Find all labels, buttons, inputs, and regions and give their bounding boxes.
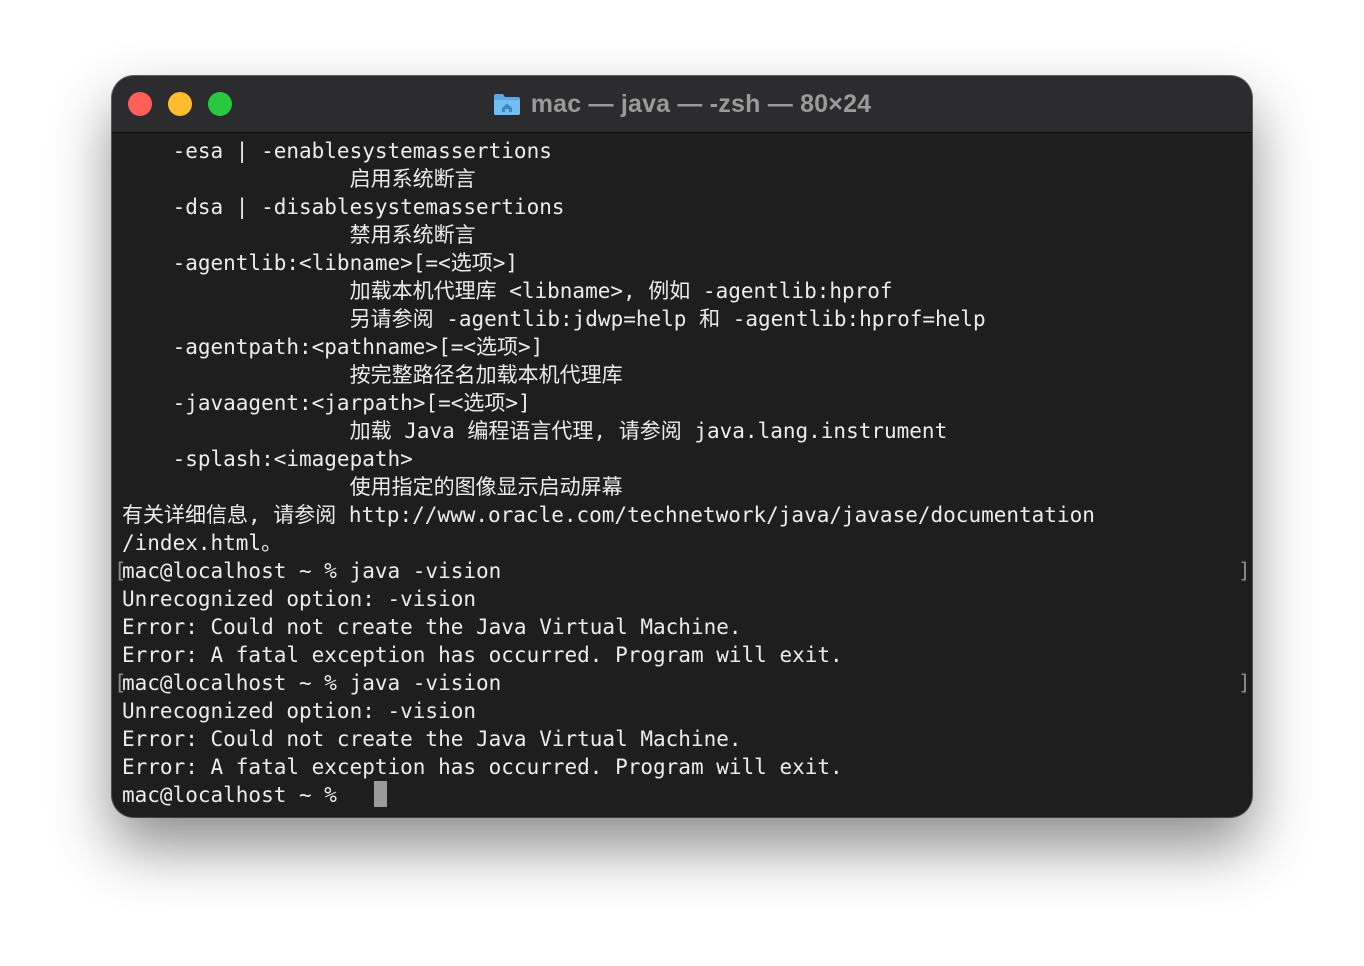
terminal-line: Unrecognized option: -vision: [122, 699, 477, 723]
terminal-window: mac — java — -zsh — 80×24 -esa | -enable…: [112, 76, 1252, 817]
text-cursor: [374, 781, 387, 807]
prompt-marker-right: ]: [1238, 559, 1251, 583]
prompt-line: mac@localhost ~ % java -vision: [122, 671, 502, 695]
prompt-marker-right: ]: [1238, 671, 1251, 695]
window-title: mac — java — -zsh — 80×24: [530, 89, 872, 118]
window-title-group: mac — java — -zsh — 80×24: [112, 76, 1252, 132]
terminal-line: 禁用系统断言: [122, 223, 476, 247]
terminal-line: /index.html。: [122, 531, 283, 555]
title-bar[interactable]: mac — java — -zsh — 80×24: [112, 76, 1252, 133]
terminal-line: Error: A fatal exception has occurred. P…: [122, 643, 843, 667]
terminal-line: -javaagent:<jarpath>[=<选项>]: [122, 391, 531, 415]
terminal-output[interactable]: -esa | -enablesystemassertions 启用系统断言 -d…: [112, 137, 1252, 817]
terminal-line: -dsa | -disablesystemassertions: [122, 195, 565, 219]
terminal-line: 另请参阅 -agentlib:jdwp=help 和 -agentlib:hpr…: [122, 307, 986, 331]
terminal-line: 使用指定的图像显示启动屏幕: [122, 475, 623, 499]
prompt-line: mac@localhost ~ % java -vision: [122, 559, 502, 583]
terminal-line: Unrecognized option: -vision: [122, 587, 477, 611]
terminal-line: Error: Could not create the Java Virtual…: [122, 615, 742, 639]
terminal-line: -agentlib:<libname>[=<选项>]: [122, 251, 519, 275]
terminal-line: -esa | -enablesystemassertions: [122, 139, 552, 163]
terminal-line: 有关详细信息, 请参阅 http://www.oracle.com/techne…: [122, 503, 1095, 527]
terminal-line: Error: Could not create the Java Virtual…: [122, 727, 742, 751]
terminal-line: -splash:<imagepath>: [122, 447, 413, 471]
terminal-line: 启用系统断言: [122, 167, 476, 191]
terminal-line: 加载 Java 编程语言代理, 请参阅 java.lang.instrument: [122, 419, 948, 443]
terminal-line: 加载本机代理库 <libname>, 例如 -agentlib:hprof: [122, 279, 893, 303]
terminal-line: 按完整路径名加载本机代理库: [122, 363, 623, 387]
home-folder-icon: [493, 92, 521, 116]
terminal-line: -agentpath:<pathname>[=<选项>]: [122, 335, 544, 359]
terminal-line: Error: A fatal exception has occurred. P…: [122, 755, 843, 779]
current-prompt-line[interactable]: mac@localhost ~ %: [122, 781, 350, 809]
